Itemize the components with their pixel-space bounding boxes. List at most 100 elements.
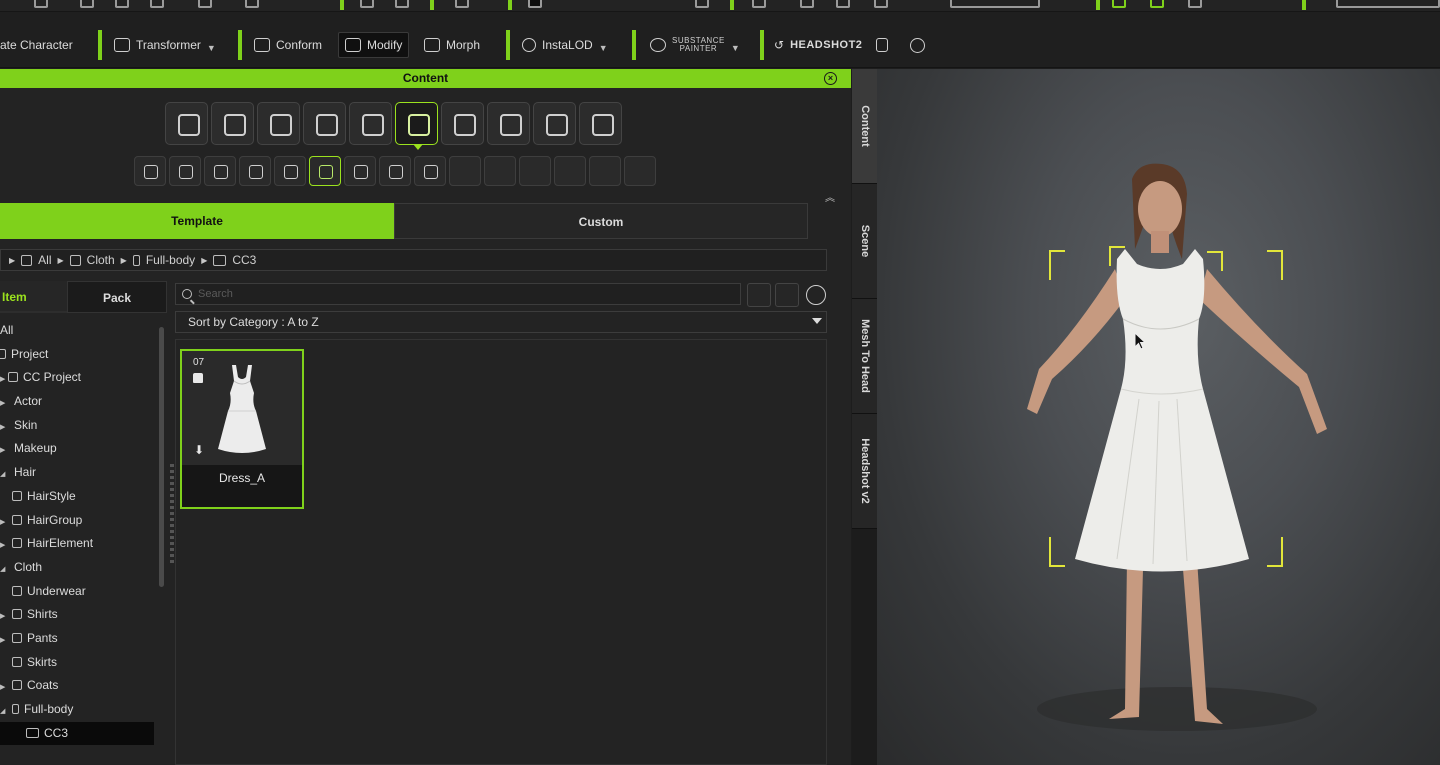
expand-arrow-icon[interactable]: ◢ — [0, 463, 8, 487]
toolbar-icon[interactable] — [245, 0, 259, 8]
toolbar-icon[interactable] — [1112, 0, 1126, 8]
side-tab-content[interactable]: Content — [852, 69, 877, 184]
tree-item-hairstyle[interactable]: HairStyle — [0, 485, 158, 509]
toolbar-icon[interactable] — [836, 0, 850, 8]
conform-button[interactable]: Conform — [254, 32, 322, 58]
substance-painter-button[interactable]: SUBSTANCE PAINTER ▼ — [650, 32, 740, 58]
tree-item-actor[interactable]: ▶ Actor — [0, 390, 158, 414]
tree-item-all[interactable]: All — [0, 319, 158, 343]
sort-dropdown[interactable]: Sort by Category : A to Z — [175, 311, 827, 333]
panel-splitter-handle[interactable] — [170, 464, 174, 564]
expand-arrow-icon[interactable]: ▶ — [0, 392, 8, 416]
breadcrumb-fullbody[interactable]: Full-body — [146, 253, 195, 267]
mesh-icon-button[interactable] — [876, 32, 888, 58]
toolbar-icon[interactable] — [198, 0, 212, 8]
tree-item-makeup[interactable]: ▶ Makeup — [0, 437, 158, 461]
chevron-down-circle-icon[interactable] — [806, 285, 826, 305]
tree-item-fullbody[interactable]: ◢ Full-body — [0, 698, 158, 722]
modify-button[interactable]: Modify — [338, 32, 410, 58]
breadcrumb-cloth[interactable]: Cloth — [87, 253, 115, 267]
tree-item-shirts[interactable]: ▶ Shirts — [0, 603, 158, 627]
tree-item-hairelement[interactable]: ▶ HairElement — [0, 532, 158, 556]
side-tab-headshot-v2[interactable]: Headshot v2 — [852, 414, 877, 529]
collapse-up-icon[interactable]: ︽ — [825, 189, 835, 204]
tree-item-hairgroup[interactable]: ▶ HairGroup — [0, 509, 158, 533]
toolbar-icon[interactable] — [695, 0, 709, 8]
headshot2-button[interactable]: ↺ HEADSHOT2 — [774, 32, 862, 58]
toolbar-icon[interactable] — [1188, 0, 1202, 8]
makeup-category-icon[interactable] — [303, 102, 346, 145]
side-tab-scene[interactable]: Scene — [852, 184, 877, 299]
search-input[interactable]: Search — [175, 283, 741, 305]
skin-category-icon[interactable] — [257, 102, 300, 145]
actor-category-icon[interactable] — [211, 102, 254, 145]
tree-item-cc-project[interactable]: ▶ CC Project — [0, 366, 158, 390]
hair-category-icon[interactable] — [349, 102, 392, 145]
tree-scrollbar[interactable] — [159, 327, 164, 587]
expand-arrow-icon[interactable]: ▶ — [0, 676, 8, 700]
tree-item-project[interactable]: Project — [0, 343, 158, 367]
material-category-icon[interactable] — [579, 102, 622, 145]
coat-icon[interactable] — [274, 156, 306, 186]
tree-item-skin[interactable]: ▶ Skin — [0, 414, 158, 438]
tree-item-coats[interactable]: ▶ Coats — [0, 674, 158, 698]
toolbar-icon[interactable] — [150, 0, 164, 8]
toolbar-icon[interactable] — [115, 0, 129, 8]
accessory-category-icon[interactable] — [441, 102, 484, 145]
instalod-button[interactable]: InstaLOD ▼ — [522, 32, 608, 58]
toolbar-icon[interactable] — [395, 0, 409, 8]
underwear-icon[interactable] — [134, 156, 166, 186]
tree-item-skirts[interactable]: Skirts — [0, 651, 158, 675]
breadcrumb-cc3[interactable]: CC3 — [232, 253, 256, 267]
gloves-icon[interactable] — [379, 156, 411, 186]
expand-arrow-icon[interactable]: ◢ — [0, 700, 8, 724]
tree-item-pants[interactable]: ▶ Pants — [0, 627, 158, 651]
tab-item[interactable]: Item — [0, 281, 67, 313]
pose-category-icon[interactable] — [487, 102, 530, 145]
skirt-icon[interactable] — [239, 156, 271, 186]
toolbar-dropdown[interactable] — [950, 0, 1040, 8]
expand-arrow-icon[interactable]: ◢ — [0, 558, 8, 582]
toolbar-icon[interactable] — [360, 0, 374, 8]
toolbar-icon[interactable] — [1150, 0, 1164, 8]
toolbar-icon[interactable] — [80, 0, 94, 8]
tree-item-cc3[interactable]: CC3 — [0, 721, 154, 746]
refresh-icon[interactable] — [775, 283, 799, 307]
toolbar-icon[interactable] — [800, 0, 814, 8]
tree-item-cloth[interactable]: ◢ Cloth — [0, 556, 158, 580]
toolbar-icon[interactable] — [34, 0, 48, 8]
tree-item-underwear[interactable]: Underwear — [0, 580, 158, 604]
folder-category-icon[interactable] — [165, 102, 208, 145]
toolbar-icon[interactable] — [874, 0, 888, 8]
close-icon[interactable]: × — [824, 72, 837, 85]
toolbar-dropdown[interactable] — [1336, 0, 1440, 8]
create-character-button[interactable]: ate Character — [0, 32, 73, 58]
expand-arrow-icon[interactable]: ▶ — [0, 511, 8, 535]
toolbar-icon[interactable] — [455, 0, 469, 8]
expand-arrow-icon[interactable]: ▶ — [0, 629, 8, 653]
hanger-icon[interactable] — [414, 156, 446, 186]
side-tab-mesh-to-head[interactable]: Mesh To Head — [852, 299, 877, 414]
filter-icon[interactable] — [747, 283, 771, 307]
content-card-dress[interactable]: 07 ⬇ Dress_A — [180, 349, 304, 509]
tab-template[interactable]: Template — [0, 203, 394, 239]
fullbody-icon[interactable] — [309, 156, 341, 186]
tab-custom[interactable]: Custom — [394, 203, 808, 239]
toolbar-icon[interactable] — [752, 0, 766, 8]
expand-arrow-icon[interactable]: ▶ — [0, 416, 8, 440]
breadcrumb-all[interactable]: All — [38, 253, 51, 267]
shoes-icon[interactable] — [344, 156, 376, 186]
expand-arrow-icon[interactable]: ▶ — [0, 439, 8, 463]
pants-icon[interactable] — [204, 156, 236, 186]
select-tool-icon[interactable] — [528, 0, 542, 8]
shirt-icon[interactable] — [169, 156, 201, 186]
morph-button[interactable]: Morph — [424, 32, 480, 58]
tree-item-hair[interactable]: ◢ Hair — [0, 461, 158, 485]
head-icon-button[interactable] — [910, 32, 925, 58]
3d-viewport[interactable] — [877, 69, 1440, 765]
cloth-category-icon[interactable] — [395, 102, 438, 150]
tab-pack[interactable]: Pack — [67, 281, 167, 313]
expand-arrow-icon[interactable]: ▶ — [0, 368, 8, 392]
expand-arrow-icon[interactable]: ▶ — [0, 534, 8, 558]
expand-arrow-icon[interactable]: ▶ — [0, 605, 8, 629]
